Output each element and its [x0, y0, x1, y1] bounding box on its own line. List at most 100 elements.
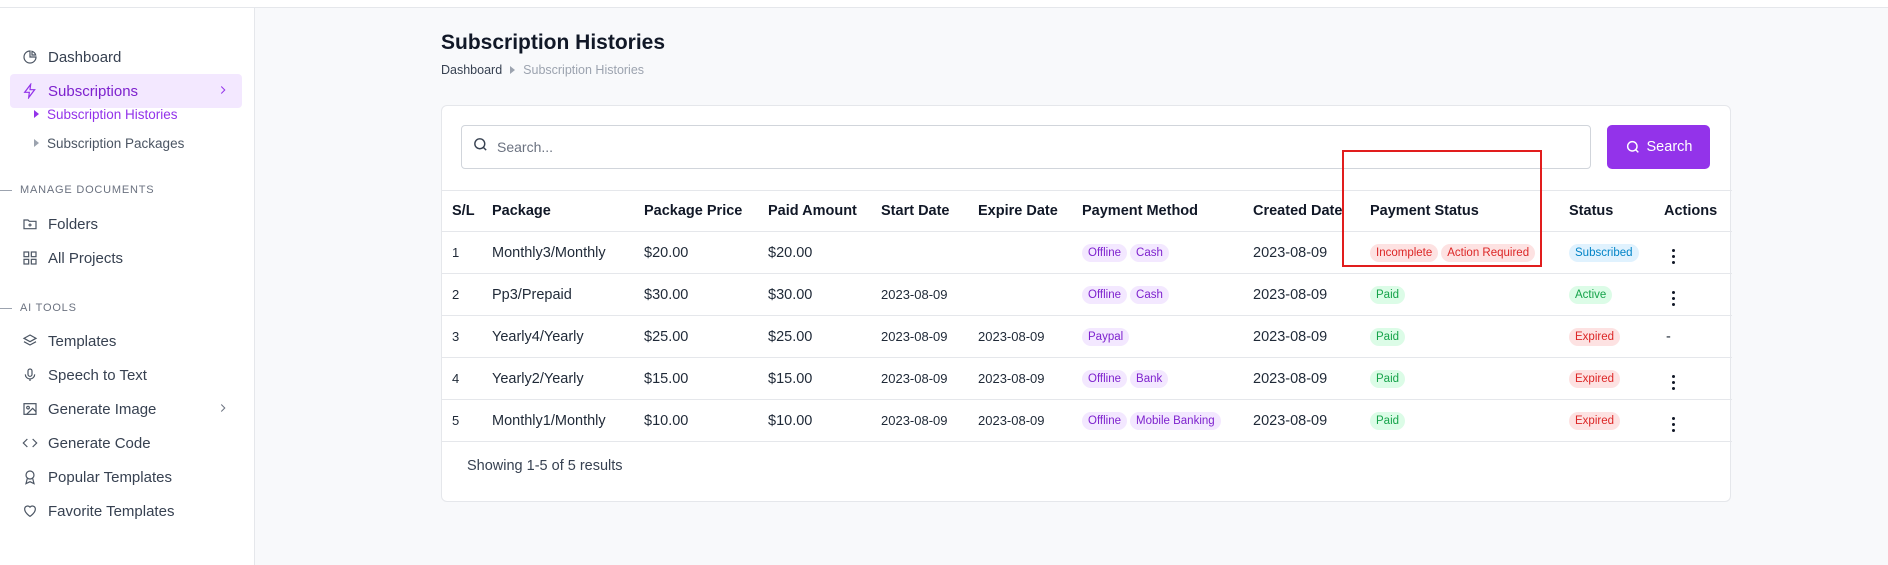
kebab-menu-icon[interactable] — [1672, 247, 1675, 265]
kebab-menu-icon[interactable] — [1672, 415, 1675, 433]
cell-payment-method: Offline Mobile Banking — [1072, 399, 1243, 442]
cell-start-date: 2023-08-09 — [871, 315, 968, 358]
payment-status-badge: Action Required — [1441, 243, 1536, 262]
sidebar: Dashboard Subscriptions Subscription His… — [0, 8, 255, 565]
cell-package-price: $20.00 — [634, 231, 758, 274]
cell-expire-date — [968, 231, 1072, 274]
sidebar-item-speech-to-text[interactable]: Speech to Text — [10, 358, 242, 392]
cell-start-date: 2023-08-09 — [871, 273, 968, 316]
search-icon — [1626, 140, 1639, 153]
payment-method-badge: Offline — [1082, 243, 1128, 262]
caret-right-icon — [34, 110, 39, 118]
cell-package: Monthly3/Monthly — [482, 231, 634, 274]
cell-actions — [1654, 399, 1732, 442]
sidebar-subitem-label: Subscription Histories — [47, 106, 178, 122]
pie-chart-icon — [22, 49, 38, 65]
column-header-sl: S/L — [442, 190, 482, 232]
cell-expire-date: 2023-08-09 — [968, 399, 1072, 442]
table-row: 1 Monthly3/Monthly $20.00 $20.00 Offline… — [442, 231, 1732, 274]
sidebar-item-label: Subscriptions — [48, 82, 139, 100]
search-button-label: Search — [1646, 139, 1693, 155]
sidebar-subitem-subscription-histories[interactable]: Subscription Histories — [34, 103, 178, 125]
cell-paid-amount: $15.00 — [758, 357, 871, 400]
sidebar-item-generate-code[interactable]: Generate Code — [10, 426, 242, 460]
status-badge: Expired — [1569, 411, 1620, 430]
payment-method-badge: Paypal — [1082, 327, 1130, 346]
sidebar-item-favorite-templates[interactable]: Favorite Templates — [10, 494, 242, 528]
cell-payment-method: Paypal — [1072, 315, 1243, 358]
cell-start-date: 2023-08-09 — [871, 399, 968, 442]
sidebar-item-dashboard[interactable]: Dashboard — [10, 40, 242, 74]
status-badge: Subscribed — [1569, 243, 1639, 262]
column-header-payment-status: Payment Status — [1360, 190, 1559, 232]
payment-status-badge: Incomplete — [1370, 243, 1439, 262]
cell-expire-date: 2023-08-09 — [968, 315, 1072, 358]
column-header-payment-method: Payment Method — [1072, 190, 1243, 232]
column-header-paid-amount: Paid Amount — [758, 190, 871, 232]
column-header-package-price: Package Price — [634, 190, 758, 232]
payment-status-badge: Paid — [1370, 285, 1406, 304]
sidebar-item-all-projects[interactable]: All Projects — [10, 241, 242, 275]
cell-status: Expired — [1559, 399, 1654, 442]
bolt-icon — [22, 83, 38, 99]
cell-package-price: $25.00 — [634, 315, 758, 358]
cell-sl: 4 — [442, 357, 482, 400]
top-bar — [0, 0, 1888, 8]
cell-status: Active — [1559, 273, 1654, 316]
cell-payment-status: Paid — [1360, 315, 1559, 358]
cell-actions: - — [1654, 315, 1732, 358]
heart-icon — [22, 503, 38, 519]
payment-method-badge: Offline — [1082, 285, 1128, 304]
cell-created-date: 2023-08-09 — [1243, 273, 1360, 316]
sidebar-subitem-subscription-packages[interactable]: Subscription Packages — [34, 132, 184, 154]
sidebar-item-popular-templates[interactable]: Popular Templates — [10, 460, 242, 494]
folder-icon — [22, 216, 38, 232]
breadcrumb: Dashboard Subscription Histories — [441, 63, 644, 77]
payment-status-badge: Paid — [1370, 369, 1406, 388]
image-icon — [22, 401, 38, 417]
breadcrumb-link-dashboard[interactable]: Dashboard — [441, 63, 502, 77]
cell-actions — [1654, 357, 1732, 400]
cell-package: Monthly1/Monthly — [482, 399, 634, 442]
cell-expire-date: 2023-08-09 — [968, 357, 1072, 400]
cell-package: Yearly4/Yearly — [482, 315, 634, 358]
payment-method-badge: Bank — [1130, 369, 1169, 388]
sidebar-item-folders[interactable]: Folders — [10, 207, 242, 241]
sidebar-item-templates[interactable]: Templates — [10, 324, 242, 358]
sidebar-item-label: Templates — [48, 332, 117, 350]
kebab-menu-icon[interactable] — [1672, 373, 1675, 391]
cell-package-price: $10.00 — [634, 399, 758, 442]
code-icon — [22, 435, 38, 451]
cell-paid-amount: $30.00 — [758, 273, 871, 316]
caret-right-icon — [510, 66, 516, 74]
sidebar-item-generate-image[interactable]: Generate Image — [10, 392, 242, 426]
sidebar-item-label: Generate Image — [48, 400, 157, 418]
microphone-icon — [22, 367, 38, 383]
award-icon — [22, 469, 38, 485]
chevron-right-icon — [216, 83, 230, 97]
table-row: 3 Yearly4/Yearly $25.00 $25.00 2023-08-0… — [442, 315, 1732, 358]
cell-paid-amount: $10.00 — [758, 399, 871, 442]
cell-package-price: $30.00 — [634, 273, 758, 316]
payment-method-badge: Cash — [1130, 285, 1169, 304]
cell-payment-method: Offline Cash — [1072, 273, 1243, 316]
payment-status-badge: Paid — [1370, 327, 1406, 346]
sidebar-subitem-label: Subscription Packages — [47, 135, 185, 151]
search-input[interactable] — [497, 139, 1577, 155]
cell-sl: 5 — [442, 399, 482, 442]
status-badge: Expired — [1569, 327, 1620, 346]
search-button[interactable]: Search — [1607, 125, 1710, 169]
search-icon — [472, 136, 489, 158]
cell-status: Subscribed — [1559, 231, 1654, 274]
payment-method-badge: Mobile Banking — [1130, 411, 1221, 430]
sidebar-item-label: Dashboard — [48, 48, 122, 66]
status-badge: Expired — [1569, 369, 1620, 388]
payment-status-badge: Paid — [1370, 411, 1406, 430]
status-badge: Active — [1569, 285, 1613, 304]
payment-method-badge: Cash — [1130, 243, 1169, 262]
kebab-menu-icon[interactable] — [1672, 289, 1675, 307]
sidebar-item-label: All Projects — [48, 249, 124, 267]
table-row: 4 Yearly2/Yearly $15.00 $15.00 2023-08-0… — [442, 357, 1732, 400]
chevron-right-icon — [216, 401, 230, 415]
cell-payment-status: Paid — [1360, 399, 1559, 442]
